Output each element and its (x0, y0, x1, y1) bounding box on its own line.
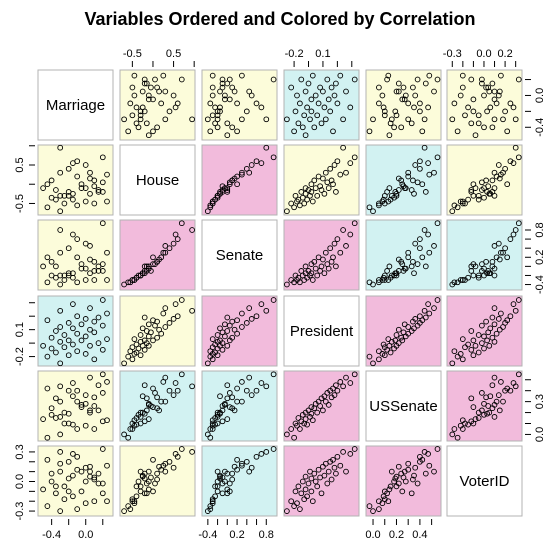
tick-label: -0.5 (123, 48, 142, 60)
scatter-panel (283, 219, 360, 291)
scatter-panel (119, 219, 196, 291)
tick-label: 0.2 (497, 48, 512, 60)
scatter-panel (283, 445, 360, 517)
tick-label: 0.1 (14, 322, 26, 337)
tick-label: -0.4 (534, 118, 546, 137)
variable-label: VoterID (459, 473, 509, 490)
scatter-panel (201, 144, 278, 216)
scatter-panel (201, 69, 278, 141)
scatter-matrix: Marriage House Senate President USSenate Vote… (14, 48, 546, 541)
tick-label: 0.3 (14, 444, 26, 459)
tick-label: 0.3 (534, 394, 546, 409)
tick-label: 0.0 (365, 529, 380, 541)
tick-label: 0.5 (166, 48, 181, 60)
scatter-panel (37, 219, 114, 291)
tick-label: 0.8 (259, 529, 274, 541)
variable-label: USSenate (369, 398, 437, 415)
scatter-panel (446, 295, 523, 367)
tick-label: 0.5 (14, 157, 26, 172)
variable-label: Marriage (46, 97, 105, 114)
scatter-panel (201, 295, 278, 367)
variable-label: House (136, 172, 179, 189)
tick-label: -0.4 (198, 529, 217, 541)
tick-label: -0.3 (14, 502, 26, 521)
tick-label: -0.4 (534, 275, 546, 294)
tick-label: 0.0 (534, 427, 546, 442)
scatter-panel (446, 144, 523, 216)
variable-label: Senate (216, 247, 264, 264)
tick-label: 0.0 (14, 474, 26, 489)
scatter-panel (365, 295, 442, 367)
tick-label: 0.0 (534, 88, 546, 103)
tick-label: -0.3 (443, 48, 462, 60)
tick-label: 0.2 (534, 250, 546, 265)
tick-label: 0.8 (534, 222, 546, 237)
tick-label: 0.0 (476, 48, 491, 60)
tick-label: -0.5 (14, 194, 26, 213)
tick-label: 0.2 (389, 529, 404, 541)
tick-label: -0.2 (14, 347, 26, 366)
scatter-panel (119, 445, 196, 517)
variable-label: President (290, 323, 354, 340)
scatter-panel (283, 370, 360, 442)
tick-label: 0.4 (412, 529, 427, 541)
tick-label: -0.4 (42, 529, 61, 541)
tick-label: 0.0 (78, 529, 93, 541)
tick-label: 0.1 (315, 48, 330, 60)
tick-label: 0.2 (229, 529, 244, 541)
tick-label: -0.2 (285, 48, 304, 60)
